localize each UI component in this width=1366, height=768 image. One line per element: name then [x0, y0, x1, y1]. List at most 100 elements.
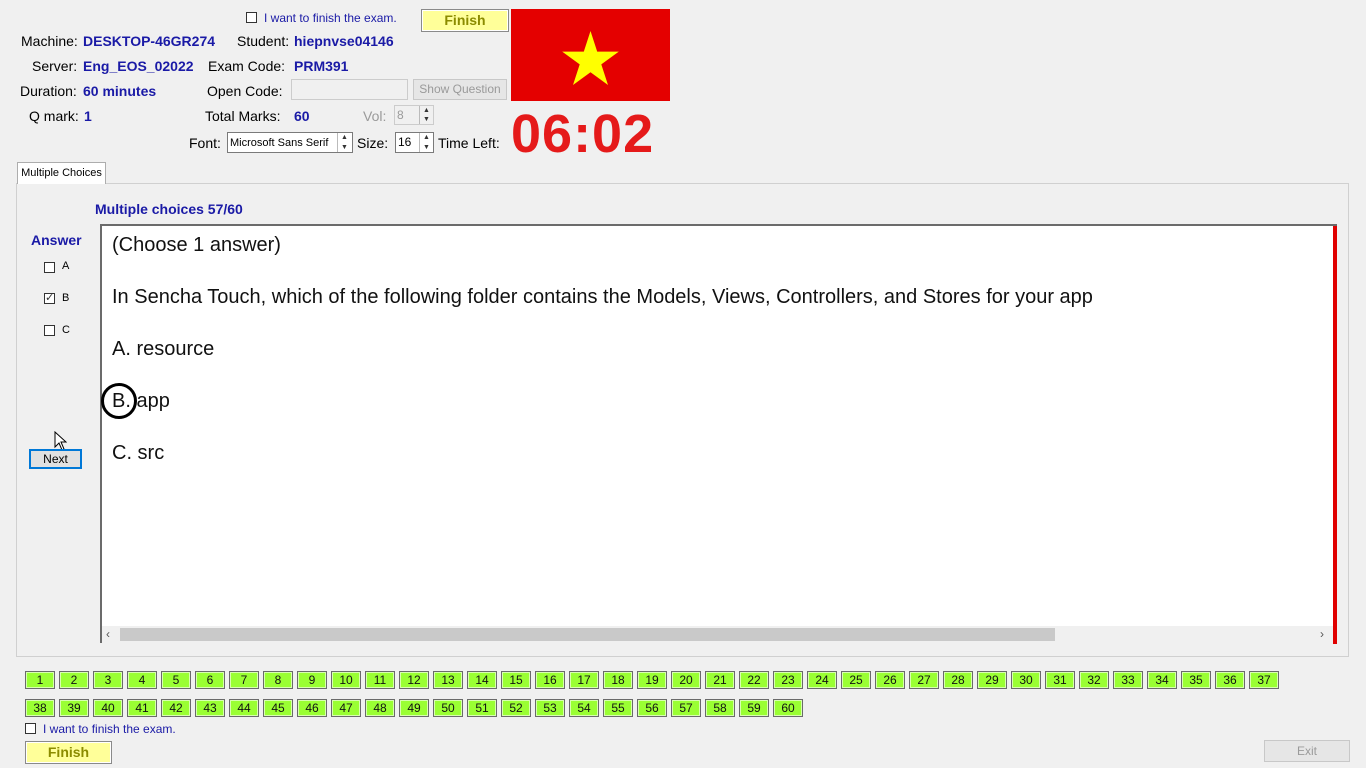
question-number-button[interactable]: 50	[433, 699, 463, 717]
question-number-button[interactable]: 23	[773, 671, 803, 689]
question-number-button[interactable]: 13	[433, 671, 463, 689]
font-spinner[interactable]: ▲ ▼	[337, 133, 351, 152]
spin-down-icon[interactable]: ▼	[420, 143, 433, 153]
question-number-button[interactable]: 59	[739, 699, 769, 717]
finish-exam-checkbox-top[interactable]	[246, 12, 257, 23]
question-number-button[interactable]: 28	[943, 671, 973, 689]
scroll-right-icon[interactable]: ›	[1320, 627, 1324, 641]
spin-down-icon[interactable]: ▼	[420, 115, 433, 124]
question-number-button[interactable]: 17	[569, 671, 599, 689]
scrollbar-thumb[interactable]	[120, 628, 1055, 641]
question-number-button[interactable]: 12	[399, 671, 429, 689]
question-number-button[interactable]: 37	[1249, 671, 1279, 689]
size-spinner[interactable]: ▲ ▼	[419, 133, 433, 152]
question-number-button[interactable]: 35	[1181, 671, 1211, 689]
question-number-button[interactable]: 56	[637, 699, 667, 717]
vietnam-flag-icon	[511, 9, 670, 101]
question-number-button[interactable]: 10	[331, 671, 361, 689]
question-number-button[interactable]: 42	[161, 699, 191, 717]
question-number-button[interactable]: 36	[1215, 671, 1245, 689]
question-number-button[interactable]: 16	[535, 671, 565, 689]
question-number-button[interactable]: 8	[263, 671, 293, 689]
spin-up-icon[interactable]: ▲	[420, 106, 433, 115]
question-number-button[interactable]: 38	[25, 699, 55, 717]
question-number-button[interactable]: 47	[331, 699, 361, 717]
question-number-button[interactable]: 22	[739, 671, 769, 689]
question-number-button[interactable]: 32	[1079, 671, 1109, 689]
finish-exam-label-bottom: I want to finish the exam.	[43, 722, 176, 736]
open-code-input[interactable]	[291, 79, 408, 100]
question-content-box: (Choose 1 answer) In Sencha Touch, which…	[100, 224, 1337, 644]
mouse-cursor-icon	[54, 431, 67, 451]
question-number-button[interactable]: 51	[467, 699, 497, 717]
horizontal-scrollbar[interactable]: ‹ ›	[102, 626, 1333, 643]
answer-checkbox-b[interactable]: ✓	[44, 293, 55, 304]
question-number-button[interactable]: 21	[705, 671, 735, 689]
tab-multiple-choices[interactable]: Multiple Choices	[17, 162, 106, 184]
question-number-button[interactable]: 24	[807, 671, 837, 689]
show-question-button[interactable]: Show Question	[413, 79, 507, 100]
question-number-button[interactable]: 18	[603, 671, 633, 689]
question-number-button[interactable]: 53	[535, 699, 565, 717]
question-number-button[interactable]: 48	[365, 699, 395, 717]
question-number-button[interactable]: 5	[161, 671, 191, 689]
time-left-value: 06:02	[511, 104, 655, 164]
question-number-button[interactable]: 25	[841, 671, 871, 689]
question-number-button[interactable]: 14	[467, 671, 497, 689]
question-number-button[interactable]: 43	[195, 699, 225, 717]
answer-label-c: C	[62, 324, 70, 336]
spin-up-icon[interactable]: ▲	[420, 133, 433, 143]
server-value: Eng_EOS_02022	[83, 58, 194, 74]
font-label: Font:	[189, 135, 221, 151]
question-number-button[interactable]: 39	[59, 699, 89, 717]
next-button[interactable]: Next	[29, 449, 82, 469]
question-number-button[interactable]: 31	[1045, 671, 1075, 689]
question-number-button[interactable]: 52	[501, 699, 531, 717]
finish-exam-checkbox-bottom[interactable]	[25, 723, 36, 734]
answer-checkbox-c[interactable]	[44, 325, 55, 336]
question-number-button[interactable]: 4	[127, 671, 157, 689]
machine-label: Machine:	[21, 33, 78, 49]
question-number-button[interactable]: 34	[1147, 671, 1177, 689]
question-number-button[interactable]: 15	[501, 671, 531, 689]
question-number-button[interactable]: 26	[875, 671, 905, 689]
vol-spinner[interactable]: ▲ ▼	[419, 106, 433, 124]
question-number-button[interactable]: 27	[909, 671, 939, 689]
question-number-button[interactable]: 60	[773, 699, 803, 717]
question-number-button[interactable]: 33	[1113, 671, 1143, 689]
question-number-button[interactable]: 30	[1011, 671, 1041, 689]
answer-checkbox-a[interactable]	[44, 262, 55, 273]
question-number-button[interactable]: 7	[229, 671, 259, 689]
font-input[interactable]: Microsoft Sans Serif	[227, 132, 353, 153]
question-number-button[interactable]: 44	[229, 699, 259, 717]
spin-down-icon[interactable]: ▼	[338, 143, 351, 153]
question-number-button[interactable]: 11	[365, 671, 395, 689]
question-number-button[interactable]: 3	[93, 671, 123, 689]
question-number-button[interactable]: 20	[671, 671, 701, 689]
question-number-button[interactable]: 55	[603, 699, 633, 717]
question-number-button[interactable]: 1	[25, 671, 55, 689]
finish-button-bottom[interactable]: Finish	[25, 741, 112, 764]
scroll-left-icon[interactable]: ‹	[106, 627, 110, 641]
question-number-button[interactable]: 58	[705, 699, 735, 717]
question-number-button[interactable]: 54	[569, 699, 599, 717]
question-number-button[interactable]: 6	[195, 671, 225, 689]
question-number-button[interactable]: 46	[297, 699, 327, 717]
spin-up-icon[interactable]: ▲	[338, 133, 351, 143]
question-number-button[interactable]: 40	[93, 699, 123, 717]
selected-answer-circle	[101, 383, 137, 419]
question-number-button[interactable]: 49	[399, 699, 429, 717]
question-number-button[interactable]: 45	[263, 699, 293, 717]
question-number-button[interactable]: 19	[637, 671, 667, 689]
question-number-button[interactable]: 9	[297, 671, 327, 689]
exit-button[interactable]: Exit	[1264, 740, 1350, 762]
question-number-button[interactable]: 2	[59, 671, 89, 689]
server-label: Server:	[32, 58, 78, 74]
question-number-button[interactable]: 41	[127, 699, 157, 717]
question-number-button[interactable]: 29	[977, 671, 1007, 689]
finish-button-top[interactable]: Finish	[421, 9, 509, 32]
finish-exam-label-top: I want to finish the exam.	[264, 11, 397, 25]
question-instruction: (Choose 1 answer)	[112, 234, 281, 256]
duration-label: Duration:	[20, 83, 77, 99]
question-number-button[interactable]: 57	[671, 699, 701, 717]
